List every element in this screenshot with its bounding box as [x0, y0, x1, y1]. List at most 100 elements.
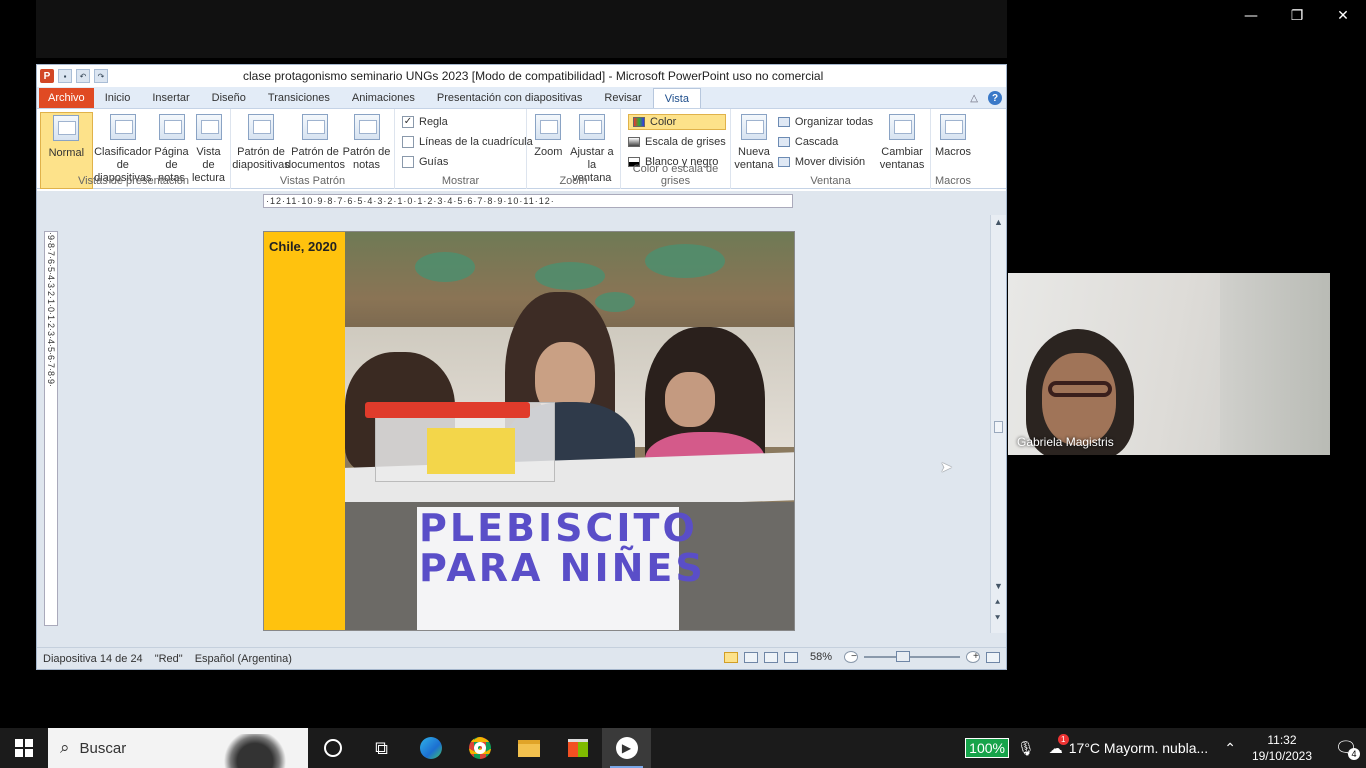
tab-transiciones[interactable]: Transiciones [257, 88, 341, 108]
minimize-ribbon-icon[interactable]: △ [970, 93, 978, 104]
weather-text[interactable]: 17°C Mayorm. nubla... [1069, 740, 1208, 756]
theme-name: "Red" [154, 652, 183, 665]
windows-logo-icon [15, 739, 33, 757]
ruler-checkbox[interactable]: ✓ Regla [402, 114, 533, 130]
grayscale-icon [628, 137, 640, 147]
tab-inicio[interactable]: Inicio [94, 88, 142, 108]
group-zoom: Zoom Ajustar a la ventana Zoom [527, 109, 621, 189]
checkbox-icon [402, 136, 414, 148]
group-ventana: Nueva ventana Organizar todas Cascada Mo… [731, 109, 931, 189]
vertical-ruler: ·9·8·7·6·5·4·3·2·1·0·1·2·3·4·5·6·7·8·9· [44, 231, 58, 626]
zoom-slider[interactable] [864, 651, 960, 662]
slide-title[interactable]: Chile, 2020 [269, 239, 337, 254]
scroll-down-icon[interactable]: ▼ [994, 581, 1003, 591]
tab-diseno[interactable]: Diseño [201, 88, 257, 108]
microphone-icon[interactable]: 🎙 [1017, 740, 1035, 757]
zoom-out-icon[interactable]: − [844, 651, 858, 663]
fit-slide-icon[interactable] [986, 651, 1000, 663]
system-tray: 100% 🎙 ☁ 1 17°C Mayorm. nubla... ⌃ 11:32 … [965, 728, 1366, 768]
color-button[interactable]: Color [628, 114, 726, 130]
clock[interactable]: 11:32 19/10/2023 [1252, 732, 1312, 764]
minimize-button[interactable]: — [1228, 0, 1274, 32]
chrome-icon[interactable] [455, 728, 504, 768]
tab-revisar[interactable]: Revisar [593, 88, 652, 108]
show-hidden-icons-icon[interactable]: ⌃ [1224, 740, 1236, 757]
quick-access-toolbar: P ▪ ↶ ↷ [37, 69, 108, 83]
group-color: Color Escala de grises Blanco y negro Co… [621, 109, 731, 189]
magnifier-icon [535, 114, 562, 140]
fit-window-icon [578, 114, 605, 140]
banner-text: PLEBISCITO PARA NIÑES [419, 506, 706, 590]
taskbar-search[interactable]: ⌕ Buscar [48, 728, 308, 768]
zoom-in-icon[interactable]: + [966, 651, 980, 663]
guides-label: Guías [419, 156, 449, 168]
language[interactable]: Español (Argentina) [189, 653, 298, 665]
file-explorer-icon[interactable] [504, 728, 553, 768]
normal-view-icon[interactable] [723, 651, 738, 663]
notifications-count: 4 [1348, 748, 1360, 760]
group-vistas-patron: Patrón de diapositivas Patrón de documen… [231, 109, 395, 189]
help-icon[interactable]: ? [988, 91, 1002, 105]
status-right: 58% − + [723, 651, 1000, 663]
notes-master-icon [353, 114, 380, 140]
gridlines-checkbox[interactable]: Líneas de la cuadrícula [402, 134, 533, 150]
shared-screen-top-bar [36, 0, 1007, 58]
participant-glasses [1048, 381, 1112, 397]
grayscale-button[interactable]: Escala de grises [628, 134, 726, 150]
ruler-label: Regla [419, 116, 448, 128]
zoom-slider-thumb[interactable] [896, 651, 910, 662]
scrollbar-thumb[interactable] [994, 421, 1003, 433]
task-view-icon[interactable]: ⧉ [357, 728, 406, 768]
ppt-title-bar: P ▪ ↶ ↷ clase protagonismo seminario UNG… [37, 65, 1006, 87]
save-icon[interactable]: ▪ [58, 69, 72, 83]
screen: — ❐ ✕ P ▪ ↶ ↷ clase protagonismo seminar… [0, 0, 1366, 768]
notes-page-icon [158, 114, 185, 140]
undo-icon[interactable]: ↶ [76, 69, 90, 83]
cortana-icon[interactable] [308, 728, 357, 768]
move-split-button[interactable]: Mover división [777, 154, 873, 170]
slide-photo[interactable]: PLEBISCITO PARA NIÑES [345, 232, 794, 630]
group-label: Vistas Patrón [279, 175, 346, 187]
battery-indicator[interactable]: 100% [965, 738, 1009, 758]
reading-view-icon[interactable] [763, 651, 778, 663]
start-button[interactable] [0, 728, 48, 768]
ballot-box-label [427, 428, 515, 474]
previous-slide-icon[interactable]: ⯅ [994, 597, 1001, 608]
checkbox-checked-icon: ✓ [402, 116, 414, 128]
group-label: Mostrar [441, 175, 480, 187]
group-vistas-presentacion: Normal Clasificador de diapositivas Pági… [37, 109, 231, 189]
weather-icon[interactable]: ☁ 1 [1049, 733, 1069, 757]
photo-face [665, 372, 715, 427]
switch-windows-icon [889, 114, 916, 140]
scroll-up-icon[interactable]: ▲ [994, 217, 1003, 227]
next-slide-icon[interactable]: ⯆ [994, 613, 1001, 624]
zoom-level[interactable]: 58% [804, 651, 838, 663]
store-icon[interactable] [553, 728, 602, 768]
restore-button[interactable]: ❐ [1274, 0, 1320, 32]
guides-checkbox[interactable]: Guías [402, 154, 533, 170]
media-player-icon[interactable]: ▶ [602, 728, 651, 768]
tab-animaciones[interactable]: Animaciones [341, 88, 426, 108]
tab-insertar[interactable]: Insertar [141, 88, 200, 108]
notifications-icon[interactable]: 🗨 4 [1326, 728, 1366, 768]
tab-presentacion[interactable]: Presentación con diapositivas [426, 88, 594, 108]
photo-detail [535, 262, 605, 290]
arrange-all-icon [777, 117, 790, 127]
vertical-scrollbar[interactable]: ▲ ▼ ⯅ ⯆ [990, 215, 1006, 633]
tab-vista[interactable]: Vista [652, 88, 701, 108]
edge-icon[interactable] [406, 728, 455, 768]
powerpoint-logo-icon[interactable]: P [40, 69, 54, 83]
tab-archivo[interactable]: Archivo [39, 88, 94, 108]
photo-detail [595, 292, 635, 312]
participant-video[interactable]: Gabriela Magistris [1008, 273, 1330, 455]
slide-sorter-icon[interactable] [743, 651, 758, 663]
slide-yellow-band [264, 232, 345, 630]
repeat-icon[interactable]: ↷ [94, 69, 108, 83]
close-button[interactable]: ✕ [1320, 0, 1366, 32]
handout-master-icon [302, 114, 328, 140]
arrange-all-label: Organizar todas [794, 116, 874, 128]
cascade-button[interactable]: Cascada [777, 134, 873, 150]
arrange-all-button[interactable]: Organizar todas [777, 114, 874, 130]
slide-canvas[interactable]: Chile, 2020 PLEBISCITO PARA NIÑES [263, 231, 795, 631]
slideshow-icon[interactable] [783, 651, 798, 663]
